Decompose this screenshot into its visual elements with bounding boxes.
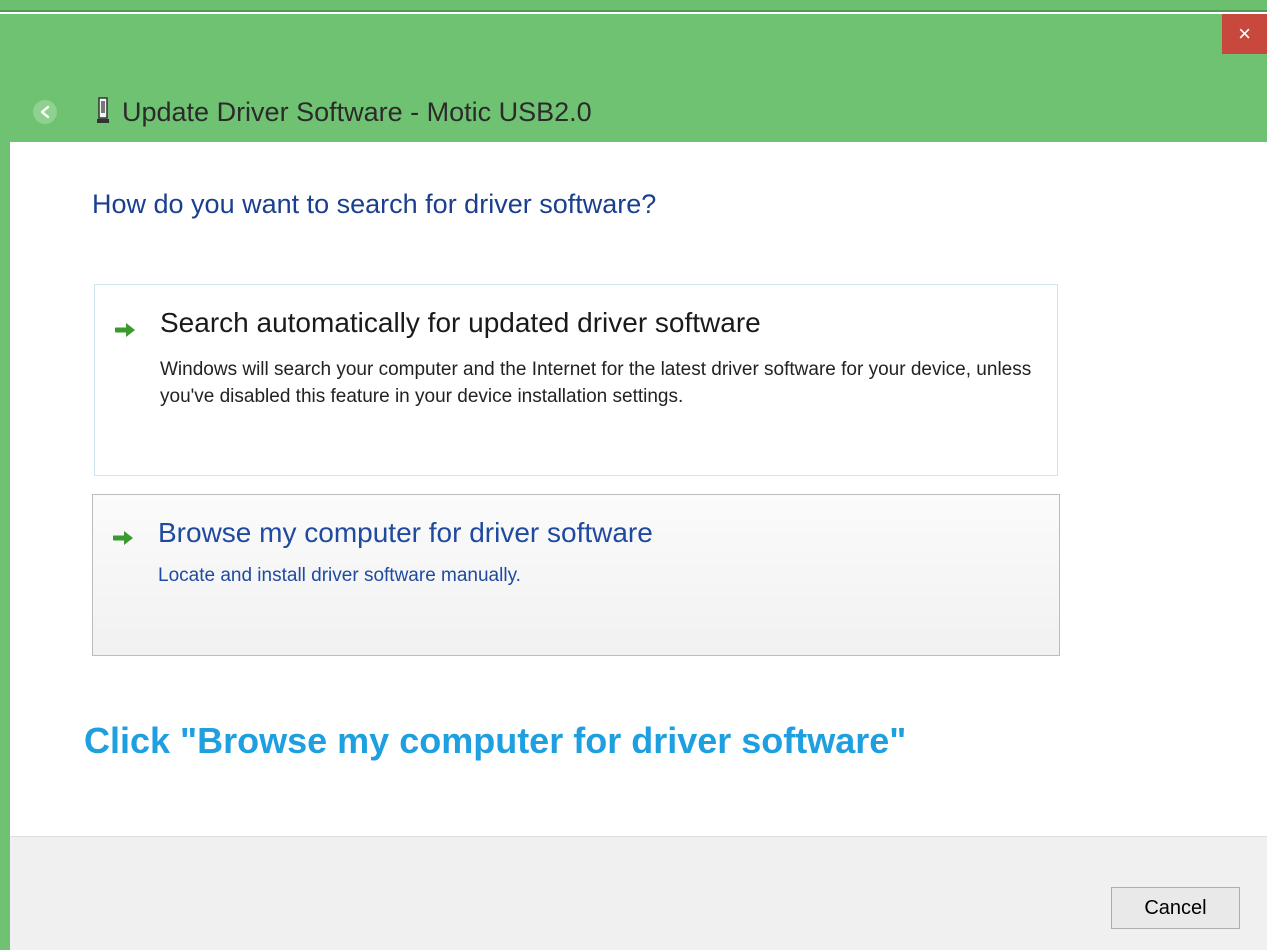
instruction-annotation: Click "Browse my computer for driver sof…: [84, 720, 907, 761]
page-heading: How do you want to search for driver sof…: [92, 189, 657, 219]
browse-computer-option[interactable]: Browse my computer for driver software L…: [92, 494, 1060, 656]
back-arrow-icon: [40, 105, 50, 119]
usb-device-icon: [97, 97, 109, 123]
search-automatically-title: Search automatically for updated driver …: [160, 307, 761, 338]
window-left-border: [0, 142, 10, 950]
green-arrow-icon: [115, 323, 135, 337]
green-arrow-icon: [113, 531, 133, 545]
search-automatically-description: Windows will search your computer and th…: [160, 359, 1032, 407]
browse-computer-description: Locate and install driver software manua…: [158, 565, 521, 586]
close-button[interactable]: ×: [1222, 14, 1267, 54]
window-title: Update Driver Software - Motic USB2.0: [122, 97, 592, 127]
browse-computer-title: Browse my computer for driver software: [158, 517, 653, 548]
dialog-content: How do you want to search for driver sof…: [10, 142, 1267, 836]
dialog-footer: Cancel: [10, 836, 1267, 950]
back-button[interactable]: [33, 100, 57, 124]
close-icon: ×: [1238, 21, 1251, 46]
search-automatically-option[interactable]: Search automatically for updated driver …: [94, 284, 1058, 476]
cancel-button[interactable]: Cancel: [1111, 887, 1240, 929]
background-window-strip: [0, 0, 1267, 12]
